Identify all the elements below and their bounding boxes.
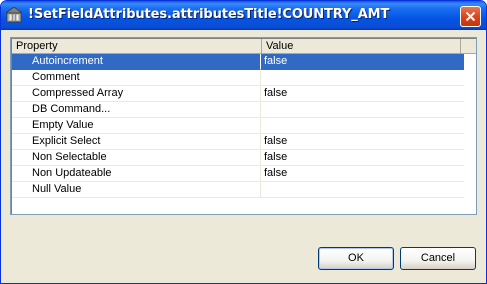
table-row[interactable]: Null Value bbox=[12, 182, 464, 198]
property-name: Non Selectable bbox=[12, 150, 261, 166]
title-bar[interactable]: !SetFieldAttributes.attributesTitle!COUN… bbox=[1, 1, 486, 30]
property-name: Non Updateable bbox=[12, 166, 261, 182]
grid-rows: Autoincrement false Comment Compressed A… bbox=[12, 54, 476, 198]
property-value[interactable] bbox=[261, 118, 464, 134]
grid-header: Property Value bbox=[12, 39, 476, 54]
column-header-value[interactable]: Value bbox=[262, 39, 461, 54]
property-value[interactable] bbox=[261, 182, 464, 198]
cancel-button[interactable]: Cancel bbox=[400, 247, 476, 270]
table-row[interactable]: Explicit Select false bbox=[12, 134, 464, 150]
table-row[interactable]: Non Updateable false bbox=[12, 166, 464, 182]
property-value[interactable] bbox=[261, 102, 464, 118]
property-grid[interactable]: Property Value Autoincrement false Comme… bbox=[10, 37, 477, 215]
table-row[interactable]: DB Command... bbox=[12, 102, 464, 118]
property-value[interactable]: false bbox=[261, 150, 464, 166]
ok-button[interactable]: OK bbox=[318, 247, 394, 270]
property-name: DB Command... bbox=[12, 102, 261, 118]
property-name: Null Value bbox=[12, 182, 261, 198]
table-row[interactable]: Autoincrement false bbox=[12, 54, 464, 70]
property-value[interactable]: false bbox=[261, 54, 464, 70]
property-name: Empty Value bbox=[12, 118, 261, 134]
property-name: Comment bbox=[12, 70, 261, 86]
property-name: Compressed Array bbox=[12, 86, 261, 102]
property-value[interactable]: false bbox=[261, 86, 464, 102]
close-icon bbox=[465, 11, 476, 22]
app-icon bbox=[4, 6, 24, 23]
property-name: Autoincrement bbox=[12, 54, 261, 70]
table-row[interactable]: Comment bbox=[12, 70, 464, 86]
column-header-property[interactable]: Property bbox=[12, 39, 262, 54]
table-row[interactable]: Empty Value bbox=[12, 118, 464, 134]
property-value[interactable] bbox=[261, 70, 464, 86]
table-row[interactable]: Compressed Array false bbox=[12, 86, 464, 102]
dialog-window: !SetFieldAttributes.attributesTitle!COUN… bbox=[0, 0, 487, 284]
table-row[interactable]: Non Selectable false bbox=[12, 150, 464, 166]
window-title: !SetFieldAttributes.attributesTitle!COUN… bbox=[28, 7, 390, 22]
property-value[interactable]: false bbox=[261, 166, 464, 182]
property-name: Explicit Select bbox=[12, 134, 261, 150]
close-button[interactable] bbox=[460, 6, 481, 27]
column-header-filler bbox=[461, 39, 476, 54]
property-value[interactable]: false bbox=[261, 134, 464, 150]
